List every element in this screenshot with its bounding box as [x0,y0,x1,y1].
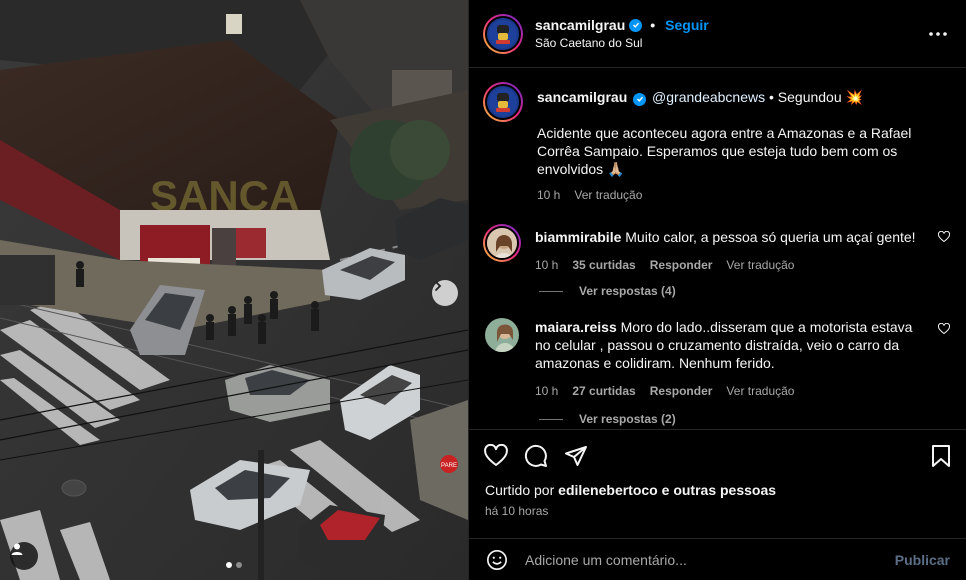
comment-avatar[interactable] [483,224,521,262]
author-username[interactable]: sancamilgrau [535,17,625,33]
verified-badge-icon [629,18,643,32]
watermark-text: SANCA [150,172,299,219]
comment-time[interactable]: 10 h [535,384,558,398]
caption-username[interactable]: sancamilgrau [537,89,627,105]
emoji-smile-icon [487,549,507,570]
view-replies-label: Ver respostas (2) [579,412,676,426]
replies-divider [539,290,563,292]
comment-text: Muito calor, a pessoa só queria um açaí … [625,229,916,245]
caption-translate-link[interactable]: Ver tradução [574,188,642,202]
comment-like-button[interactable] [937,322,951,338]
more-options-button[interactable] [926,22,950,46]
comment-translate-link[interactable]: Ver tradução [726,384,794,398]
comment-input[interactable] [525,551,895,568]
save-button[interactable] [928,443,954,469]
comment-translate-link[interactable]: Ver tradução [726,258,794,272]
more-horizontal-icon [929,31,947,36]
author-avatar[interactable] [483,13,523,54]
bookmark-icon [932,445,950,467]
comment-bubble-icon [524,444,547,467]
follow-button[interactable]: Seguir [665,17,709,33]
likes-prefix: Curtido por [485,482,555,498]
sanca-logo-icon [489,88,517,116]
comment-likes[interactable]: 35 curtidas [572,258,635,272]
comment-username[interactable]: biammirabile [535,229,621,245]
post-timestamp[interactable]: há 10 horas [469,498,966,518]
comment-composer: Publicar [469,538,966,580]
view-replies-button[interactable]: Ver respostas (4) [539,284,950,298]
comments-section[interactable]: sancamilgrau @grandeabcnews • Segundou 💥… [469,68,966,430]
comment-item: maiara.reiss Moro do lado..disseram que … [483,316,951,398]
comment-username[interactable]: maiara.reiss [535,319,617,335]
chevron-right-icon [435,281,442,291]
likes-suffix[interactable]: e outras pessoas [662,482,776,498]
verified-badge-icon [633,92,647,106]
carousel-dot-active [226,562,232,568]
heart-icon [484,444,508,466]
heart-outline-icon [937,322,951,335]
comment-like-button[interactable] [937,230,951,246]
comment-time[interactable]: 10 h [535,258,558,272]
user-photo-icon [487,228,517,258]
carousel-indicator [0,562,468,568]
tagged-users-button[interactable] [10,542,38,570]
carousel-dot [236,562,242,568]
heart-outline-icon [937,230,951,243]
like-button[interactable] [483,443,509,469]
paper-plane-icon [565,446,587,466]
emoji-button[interactable] [485,548,509,572]
post-location[interactable]: São Caetano do Sul [535,36,926,50]
share-button[interactable] [563,443,589,469]
street-scene-image: PARE SANCA [0,0,468,580]
comment-likes[interactable]: 27 curtidas [572,384,635,398]
view-replies-label: Ver respostas (4) [579,284,676,298]
publish-button[interactable]: Publicar [895,552,950,568]
caption-time[interactable]: 10 h [537,188,560,202]
comment-avatar[interactable] [485,318,519,352]
user-tag-icon [11,543,23,555]
header-separator: • [650,17,656,33]
post-header: sancamilgrau • Seguir São Caetano do Sul [469,0,966,68]
reply-button[interactable]: Responder [650,258,713,272]
post-actions-bar [469,430,966,482]
caption-text: Acidente que aconteceu agora entre a Ama… [537,125,912,177]
post-photo[interactable]: PARE SANCA [0,0,468,580]
caption-author-avatar[interactable] [483,82,523,122]
reply-button[interactable]: Responder [650,384,713,398]
likes-user-link[interactable]: edilenebertoco [558,482,658,498]
carousel-next-button[interactable] [432,280,458,306]
stop-sign-text: PARE [441,463,457,469]
caption-suffix: • Segundou 💥 [769,89,863,105]
caption-item: sancamilgrau @grandeabcnews • Segundou 💥… [483,82,950,202]
sanca-logo-icon [489,19,517,48]
comment-item: biammirabile Muito calor, a pessoa só qu… [483,224,951,272]
view-replies-button[interactable]: Ver respostas (2) [539,412,950,426]
caption-mention[interactable]: @grandeabcnews [652,89,765,105]
user-photo-icon [485,318,519,352]
comment-button[interactable] [523,443,549,469]
likes-summary: Curtido por edilenebertoco e outras pess… [469,482,966,498]
post-details-panel: sancamilgrau • Seguir São Caetano do Sul [468,0,966,580]
replies-divider [539,418,563,420]
